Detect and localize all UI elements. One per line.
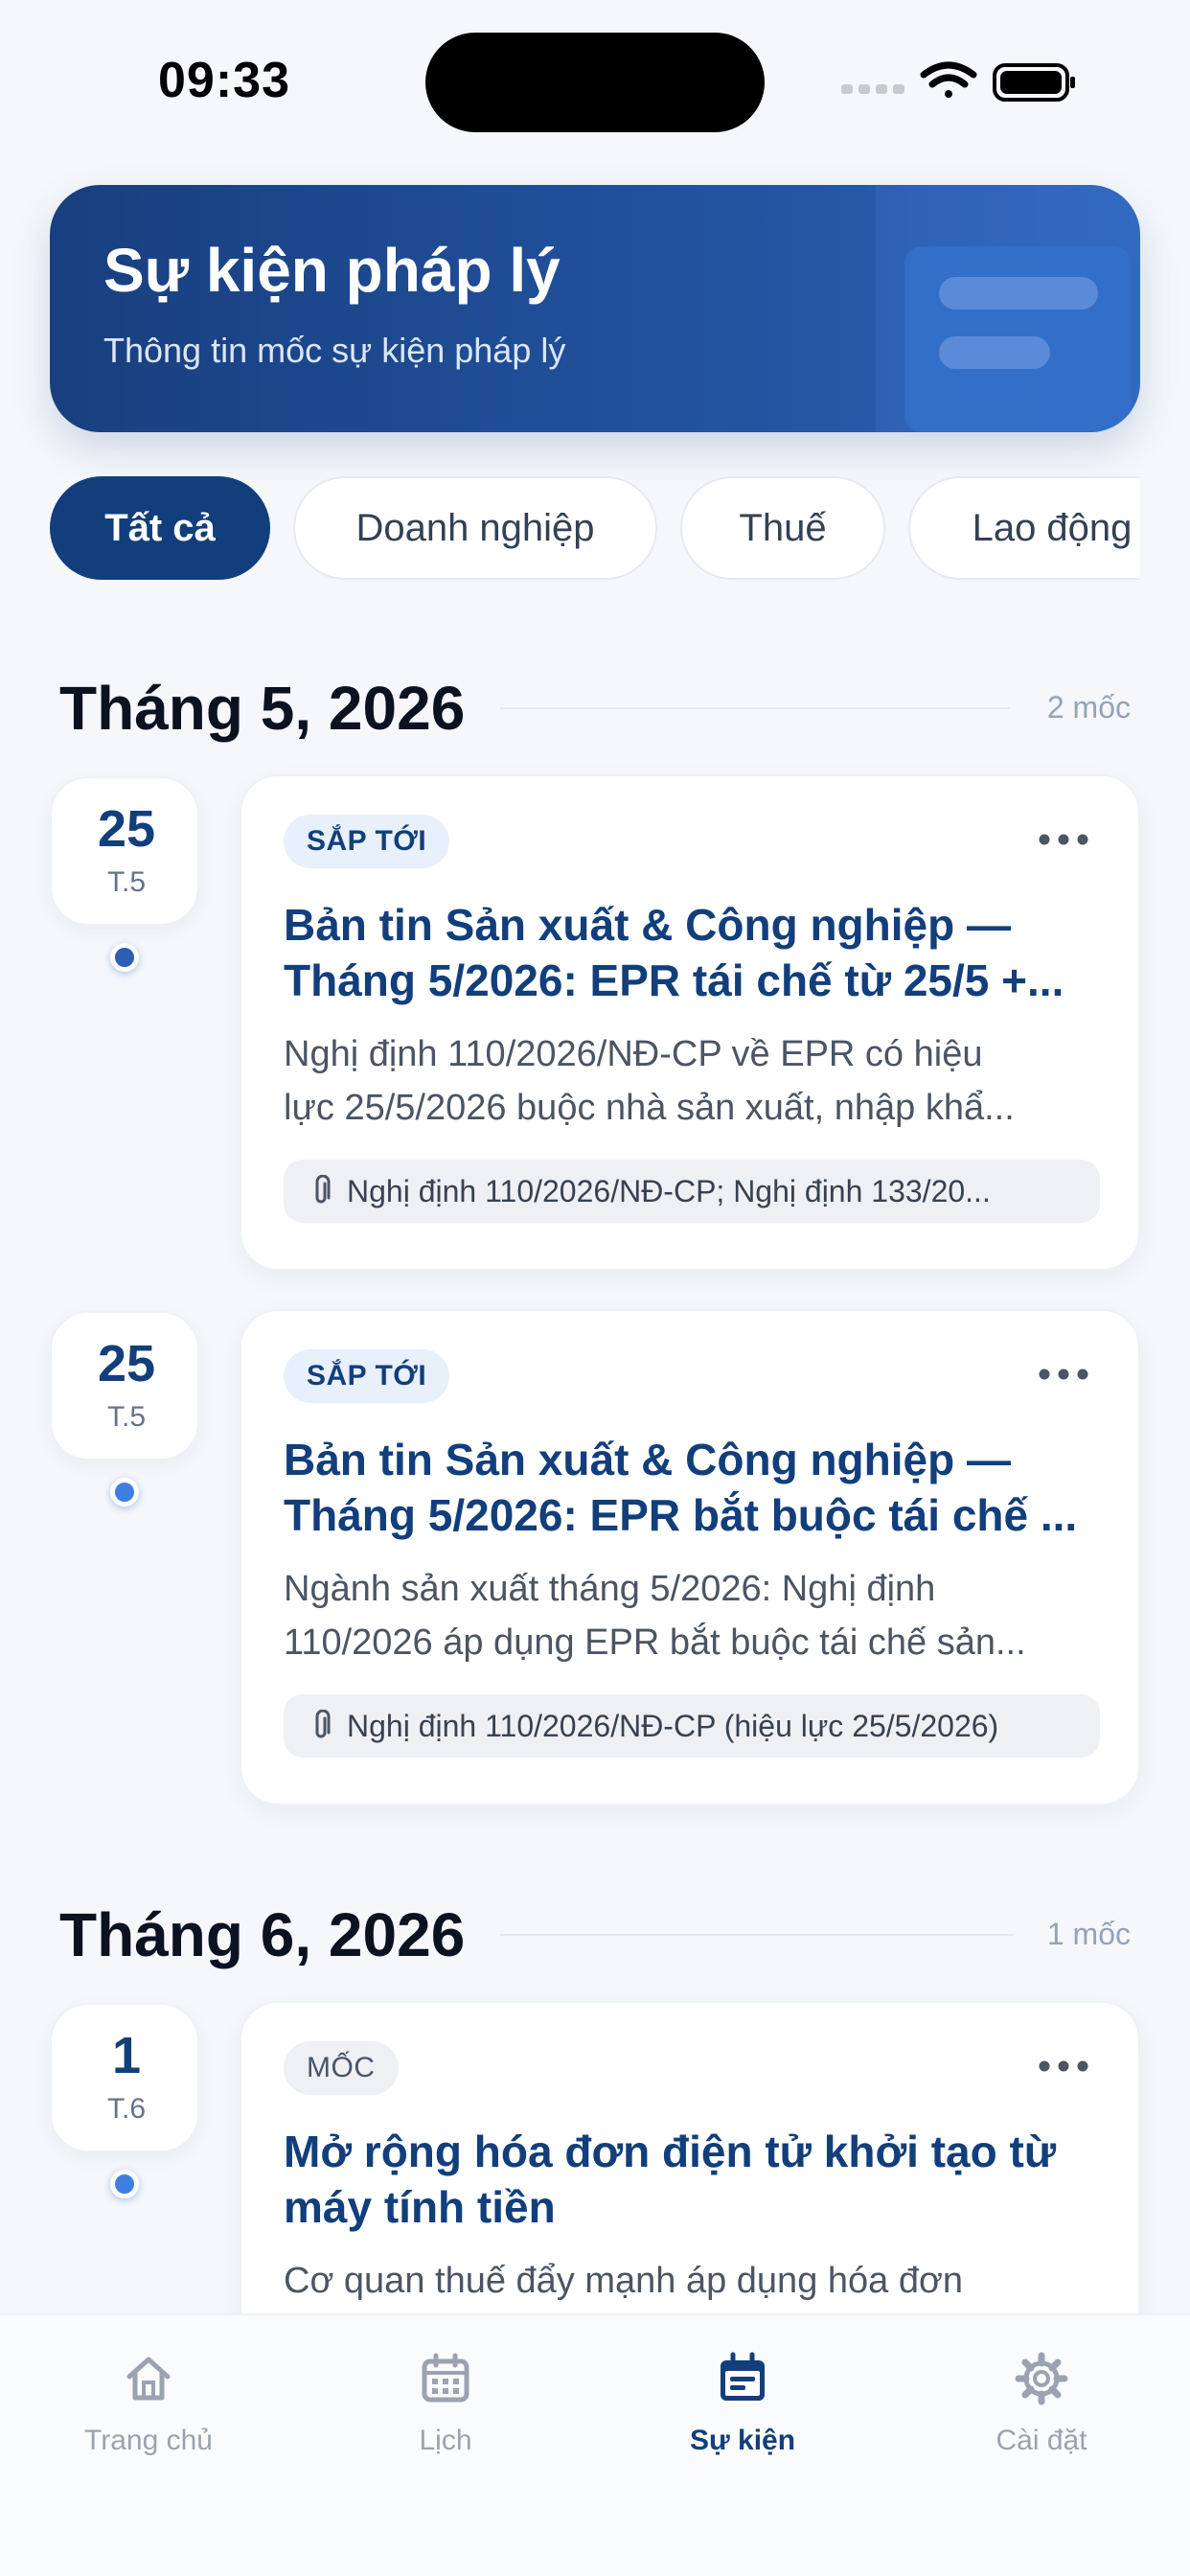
document-illustration-icon [876,185,1140,432]
event-month: T.5 [106,866,147,898]
filter-chip-all[interactable]: Tất cả [50,476,270,580]
month-count: 1 mốc [1046,1917,1131,1951]
more-options-icon[interactable] [1035,1365,1092,1384]
more-options-icon[interactable] [1035,2057,1092,2076]
event-date-badge: 1 T.6 [50,2003,199,2152]
event-description: Nghị định 110/2026/NĐ-CP về EPR có hiệu … [284,1034,1015,1128]
more-options-icon[interactable] [1035,830,1092,849]
tab-label: Lịch [419,2425,472,2456]
month-header: Tháng 5, 2026 2 mốc [59,667,1131,744]
home-icon [126,2357,171,2401]
event-status-tag: SẮP TỚI [284,1349,450,1403]
event-attachment[interactable]: Nghị định 110/2026/NĐ-CP (hiệu lực 25/5/… [284,1694,1100,1758]
event-status-tag: MỐC [284,2041,399,2095]
event-title: Mở rộng hóa đơn điện tử khởi tạo từ máy … [284,2127,1057,2232]
event-title: Bản tin Sản xuất & Công nghiệp — Tháng 5… [284,1435,1078,1540]
event-description: Ngành sản xuất tháng 5/2026: Nghị định 1… [284,1569,1026,1663]
tab-label: Cài đặt [995,2425,1087,2456]
timeline-dot [110,1478,139,1506]
bottom-tab-bar: Trang chủ Lịch Sự kiện Cài đặt [0,2313,1190,2576]
paperclip-icon [315,1710,331,1738]
status-bar: 09:33 [0,0,1190,153]
gear-icon [1015,2352,1068,2405]
dynamic-island [425,33,765,132]
header-card: Sự kiện pháp lý Thông tin mốc sự kiện ph… [50,185,1140,432]
event-attachment[interactable]: Nghị định 110/2026/NĐ-CP; Nghị định 133/… [284,1160,1100,1223]
event-card[interactable]: SẮP TỚI Bản tin Sản xuất & Công nghiệp —… [240,1309,1140,1806]
event-month: T.6 [106,2093,147,2125]
page-subtitle: Thông tin mốc sự kiện pháp lý [103,331,566,370]
tab-calendar[interactable]: Lịch [331,2352,561,2486]
filter-chip-labor[interactable]: Lao động [908,476,1140,580]
event-status-tag: SẮP TỚI [284,815,450,868]
event-month: T.5 [106,1401,147,1433]
month-divider [500,707,1010,709]
tab-label: Sự kiện [689,2425,796,2456]
tab-events[interactable]: Sự kiện [628,2352,858,2486]
tab-label: Trang chủ [84,2425,213,2456]
paperclip-icon [315,1175,331,1204]
event-card[interactable]: SẮP TỚI Bản tin Sản xuất & Công nghiệp —… [240,774,1140,1271]
event-day: 25 [97,800,156,858]
calendar-icon [422,2353,469,2403]
filter-chips: Tất cả Doanh nghiệp Thuế Lao động [50,476,1140,580]
timeline-dot [110,943,139,972]
status-icons [841,61,1075,102]
battery-icon [993,63,1075,102]
month-title: Tháng 5, 2026 [59,674,466,743]
month-header: Tháng 6, 2026 1 mốc [59,1894,1131,1970]
attachment-label: Nghị định 110/2026/NĐ-CP (hiệu lực 25/5/… [347,1708,999,1743]
event-title: Bản tin Sản xuất & Công nghiệp — Tháng 5… [284,900,1064,1005]
event-icon [721,2352,765,2401]
event-description: Cơ quan thuế đẩy mạnh áp dụng hóa đơn [284,2261,964,2301]
page-title: Sự kiện pháp lý [103,236,561,305]
event-day: 1 [111,2027,142,2084]
month-count: 2 mốc [1046,690,1131,724]
event-date-badge: 25 T.5 [50,1311,199,1460]
attachment-label: Nghị định 110/2026/NĐ-CP; Nghị định 133/… [347,1173,991,1208]
event-day: 25 [97,1335,156,1392]
tab-settings[interactable]: Cài đặt [927,2352,1156,2486]
month-title: Tháng 6, 2026 [59,1900,466,1969]
event-card[interactable]: MỐC Mở rộng hóa đơn điện tử khởi tạo từ … [240,2001,1140,2346]
signal-icon [841,84,904,94]
wifi-icon [920,61,977,98]
status-time: 09:33 [158,53,290,108]
timeline-dot [110,2170,139,2198]
filter-chip-tax[interactable]: Thuế [680,476,885,580]
month-divider [500,1934,1014,1936]
tab-home[interactable]: Trang chủ [34,2352,263,2486]
event-date-badge: 25 T.5 [50,776,199,926]
filter-chip-business[interactable]: Doanh nghiệp [293,476,657,580]
